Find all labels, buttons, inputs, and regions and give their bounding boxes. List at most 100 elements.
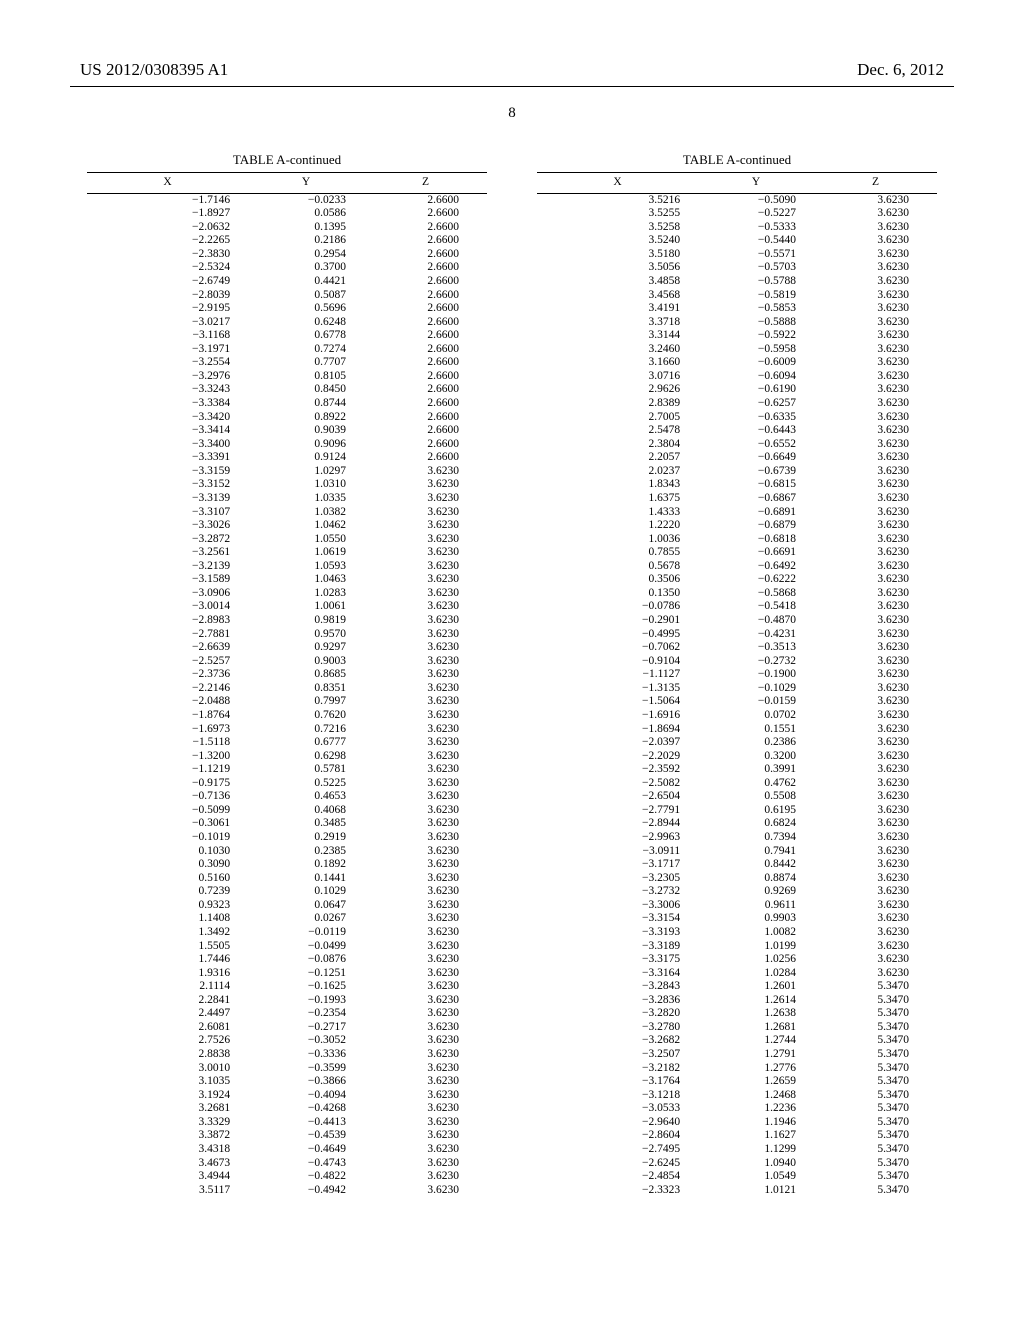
table-cell: 3.3718: [537, 316, 698, 330]
table-row: −2.80390.50872.6600: [87, 289, 487, 303]
table-cell: 2.6600: [364, 248, 487, 262]
table-row: −2.03970.23863.6230: [537, 736, 937, 750]
table-cell: −0.3513: [698, 641, 814, 655]
table-cell: −3.3193: [537, 926, 698, 940]
table-row: −3.28431.26015.3470: [537, 980, 937, 994]
table-cell: 2.6600: [364, 234, 487, 248]
table-cell: 3.5216: [537, 194, 698, 208]
table-cell: 1.9316: [87, 967, 248, 981]
table-cell: −1.6973: [87, 723, 248, 737]
table-cell: 3.6230: [364, 1143, 487, 1157]
table-cell: 1.0550: [248, 533, 364, 547]
table-cell: −3.2305: [537, 872, 698, 886]
table-cell: 5.3470: [814, 1075, 937, 1089]
table-cell: 3.6230: [364, 1021, 487, 1035]
table-cell: −0.9175: [87, 777, 248, 791]
table-row: −0.91750.52253.6230: [87, 777, 487, 791]
table-cell: −1.8764: [87, 709, 248, 723]
table-cell: 2.8838: [87, 1048, 248, 1062]
table-cell: −0.2717: [248, 1021, 364, 1035]
table-row: −3.31931.00823.6230: [537, 926, 937, 940]
table-cell: 3.6230: [364, 994, 487, 1008]
table-cell: 3.6230: [364, 546, 487, 560]
table-row: 2.6081−0.27173.6230: [87, 1021, 487, 1035]
table-cell: 3.4858: [537, 275, 698, 289]
table-cell: 3.5180: [537, 248, 698, 262]
table-cell: 1.0549: [698, 1170, 814, 1184]
table-cell: 0.9096: [248, 438, 364, 452]
table-cell: 0.5781: [248, 763, 364, 777]
table-cell: 2.6600: [364, 343, 487, 357]
table-row: −3.27801.26815.3470: [537, 1021, 937, 1035]
table-row: −0.30610.34853.6230: [87, 817, 487, 831]
table-cell: 0.8450: [248, 383, 364, 397]
table-cell: −0.5227: [698, 207, 814, 221]
table-cell: −0.5418: [698, 600, 814, 614]
table-cell: 3.6230: [364, 967, 487, 981]
table-cell: 3.6230: [364, 1089, 487, 1103]
table-row: −3.33840.87442.6600: [87, 397, 487, 411]
table-cell: 0.1395: [248, 221, 364, 235]
table-cell: 3.6230: [814, 587, 937, 601]
table-cell: −0.5888: [698, 316, 814, 330]
table-row: 0.3506−0.62223.6230: [537, 573, 937, 587]
table-row: −2.86041.16275.3470: [537, 1129, 937, 1143]
table-cell: −0.0876: [248, 953, 364, 967]
table-cell: 3.6230: [364, 1157, 487, 1171]
table-cell: 1.0036: [537, 533, 698, 547]
table-row: 0.1350−0.58683.6230: [537, 587, 937, 601]
data-table-left: X Y Z −1.7146−0.02332.6600−1.89270.05862…: [87, 173, 487, 1197]
table-cell: 0.7997: [248, 695, 364, 709]
table-cell: 2.6600: [364, 261, 487, 275]
table-row: −3.00141.00613.6230: [87, 600, 487, 614]
table-row: 2.0237−0.67393.6230: [537, 465, 937, 479]
table-cell: −3.3189: [537, 940, 698, 954]
table-cell: 3.5117: [87, 1184, 248, 1198]
table-cell: −0.5333: [698, 221, 814, 235]
table-cell: −3.1717: [537, 858, 698, 872]
table-cell: −0.3061: [87, 817, 248, 831]
table-cell: −3.0533: [537, 1102, 698, 1116]
table-cell: 2.6600: [364, 356, 487, 370]
table-cell: 3.6230: [364, 885, 487, 899]
table-cell: 0.3090: [87, 858, 248, 872]
table-cell: −2.2265: [87, 234, 248, 248]
table-cell: −0.1900: [698, 668, 814, 682]
table-cell: 0.3485: [248, 817, 364, 831]
table-cell: 5.3470: [814, 1184, 937, 1198]
table-cell: 3.3872: [87, 1129, 248, 1143]
table-cell: −3.3164: [537, 967, 698, 981]
table-cell: 0.5678: [537, 560, 698, 574]
table-cell: 3.6230: [364, 817, 487, 831]
table-cell: 1.2468: [698, 1089, 814, 1103]
table-cell: −3.0911: [537, 845, 698, 859]
table-cell: −3.2139: [87, 560, 248, 574]
publication-number: US 2012/0308395 A1: [80, 60, 228, 80]
table-row: 3.3329−0.44133.6230: [87, 1116, 487, 1130]
table-cell: 3.6230: [364, 1129, 487, 1143]
table-cell: 3.6230: [814, 600, 937, 614]
table-cell: 1.1946: [698, 1116, 814, 1130]
table-row: −1.69730.72163.6230: [87, 723, 487, 737]
table-cell: 3.6230: [364, 695, 487, 709]
table-cell: 3.6230: [364, 1048, 487, 1062]
table-cell: 3.6230: [814, 736, 937, 750]
table-row: −2.04880.79973.6230: [87, 695, 487, 709]
table-cell: −2.5324: [87, 261, 248, 275]
table-cell: −0.7136: [87, 790, 248, 804]
table-cell: −2.6639: [87, 641, 248, 655]
table-cell: 3.5258: [537, 221, 698, 235]
table-cell: −3.2843: [537, 980, 698, 994]
table-cell: −3.2732: [537, 885, 698, 899]
table-cell: −2.6504: [537, 790, 698, 804]
table-cell: 0.9124: [248, 451, 364, 465]
table-row: 3.3718−0.58883.6230: [537, 316, 937, 330]
table-cell: 1.0256: [698, 953, 814, 967]
table-cell: −0.3599: [248, 1062, 364, 1076]
table-cell: 3.6230: [364, 600, 487, 614]
table-title-left: TABLE A-continued: [87, 152, 487, 168]
table-cell: 5.3470: [814, 1062, 937, 1076]
table-row: −2.52570.90033.6230: [87, 655, 487, 669]
table-cell: 3.6230: [364, 614, 487, 628]
table-cell: 5.3470: [814, 1102, 937, 1116]
